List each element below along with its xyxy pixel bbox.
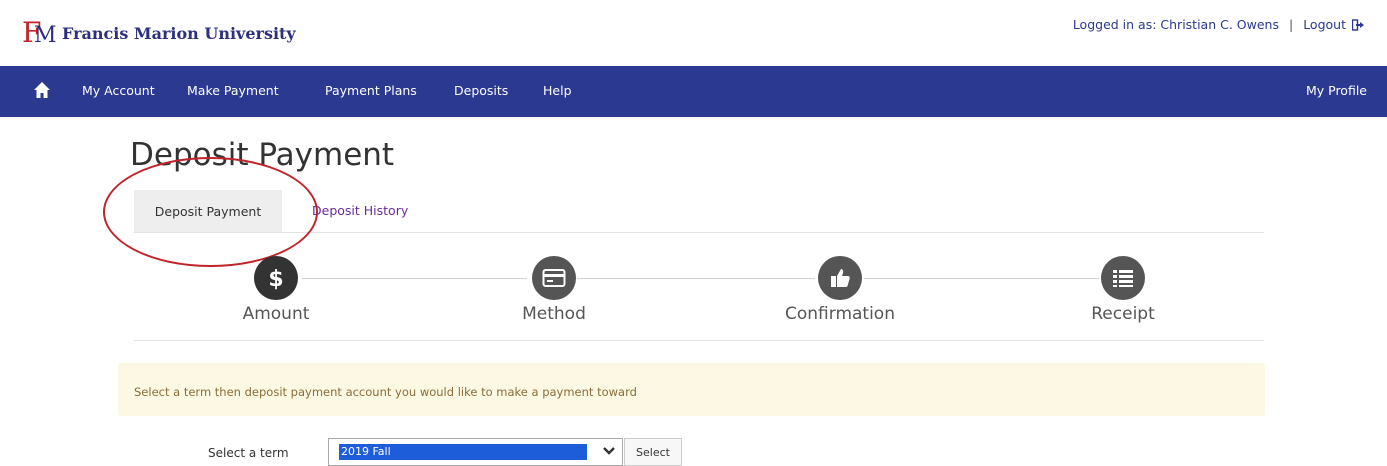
step-receipt-icon [1101,256,1145,300]
logout-link[interactable]: Logout [1303,17,1346,32]
step-amount-label: Amount [242,304,310,324]
dollar-icon: $ [268,267,283,291]
payment-stepper: $ Amount Method Confirmation Receipt [134,240,1264,341]
step-amount-icon: $ [254,256,298,300]
svg-text:$: $ [268,267,283,291]
login-separator: | [1288,17,1294,32]
nav-deposits[interactable]: Deposits [454,83,508,98]
info-alert: Select a term then deposit payment accou… [118,363,1265,416]
university-name: Francis Marion University [62,23,296,43]
step-connector [577,278,815,279]
nav-help[interactable]: Help [543,83,572,98]
step-method-label: Method [522,304,586,324]
home-icon[interactable] [33,81,51,99]
logged-in-text: Logged in as: Christian C. Owens [1072,17,1279,32]
main-navbar: My Account Make Payment Payment Plans De… [0,66,1387,117]
logout-icon[interactable] [1352,18,1365,31]
term-selected-value: 2019 Fall [339,444,587,460]
site-header: F M Francis Marion University Logged in … [0,0,1387,64]
step-method-icon [532,256,576,300]
chevron-down-icon[interactable] [602,445,616,457]
fm-logo-icon: F M [22,16,56,46]
svg-text:M: M [34,23,56,46]
term-label: Select a term [208,446,289,460]
alert-text: Select a term then deposit payment accou… [134,385,637,399]
nav-my-account[interactable]: My Account [82,83,155,98]
nav-my-profile[interactable]: My Profile [1306,83,1367,98]
thumbs-up-icon [831,269,850,287]
step-connector [302,278,527,279]
step-confirmation-label: Confirmation [785,304,895,324]
term-select[interactable]: 2019 Fall [328,438,623,466]
university-logo[interactable]: F M Francis Marion University [22,16,296,46]
tab-deposit-history[interactable]: Deposit History [312,203,408,218]
credit-card-icon [542,269,566,287]
nav-make-payment[interactable]: Make Payment [187,83,279,98]
select-term-button[interactable]: Select [624,438,682,466]
step-confirmation-icon [818,256,862,300]
step-connector [864,278,1099,279]
login-status: Logged in as: Christian C. Owens | Logou… [1073,17,1365,32]
list-icon [1113,270,1133,287]
step-receipt-label: Receipt [1091,304,1155,324]
nav-payment-plans[interactable]: Payment Plans [325,83,417,98]
